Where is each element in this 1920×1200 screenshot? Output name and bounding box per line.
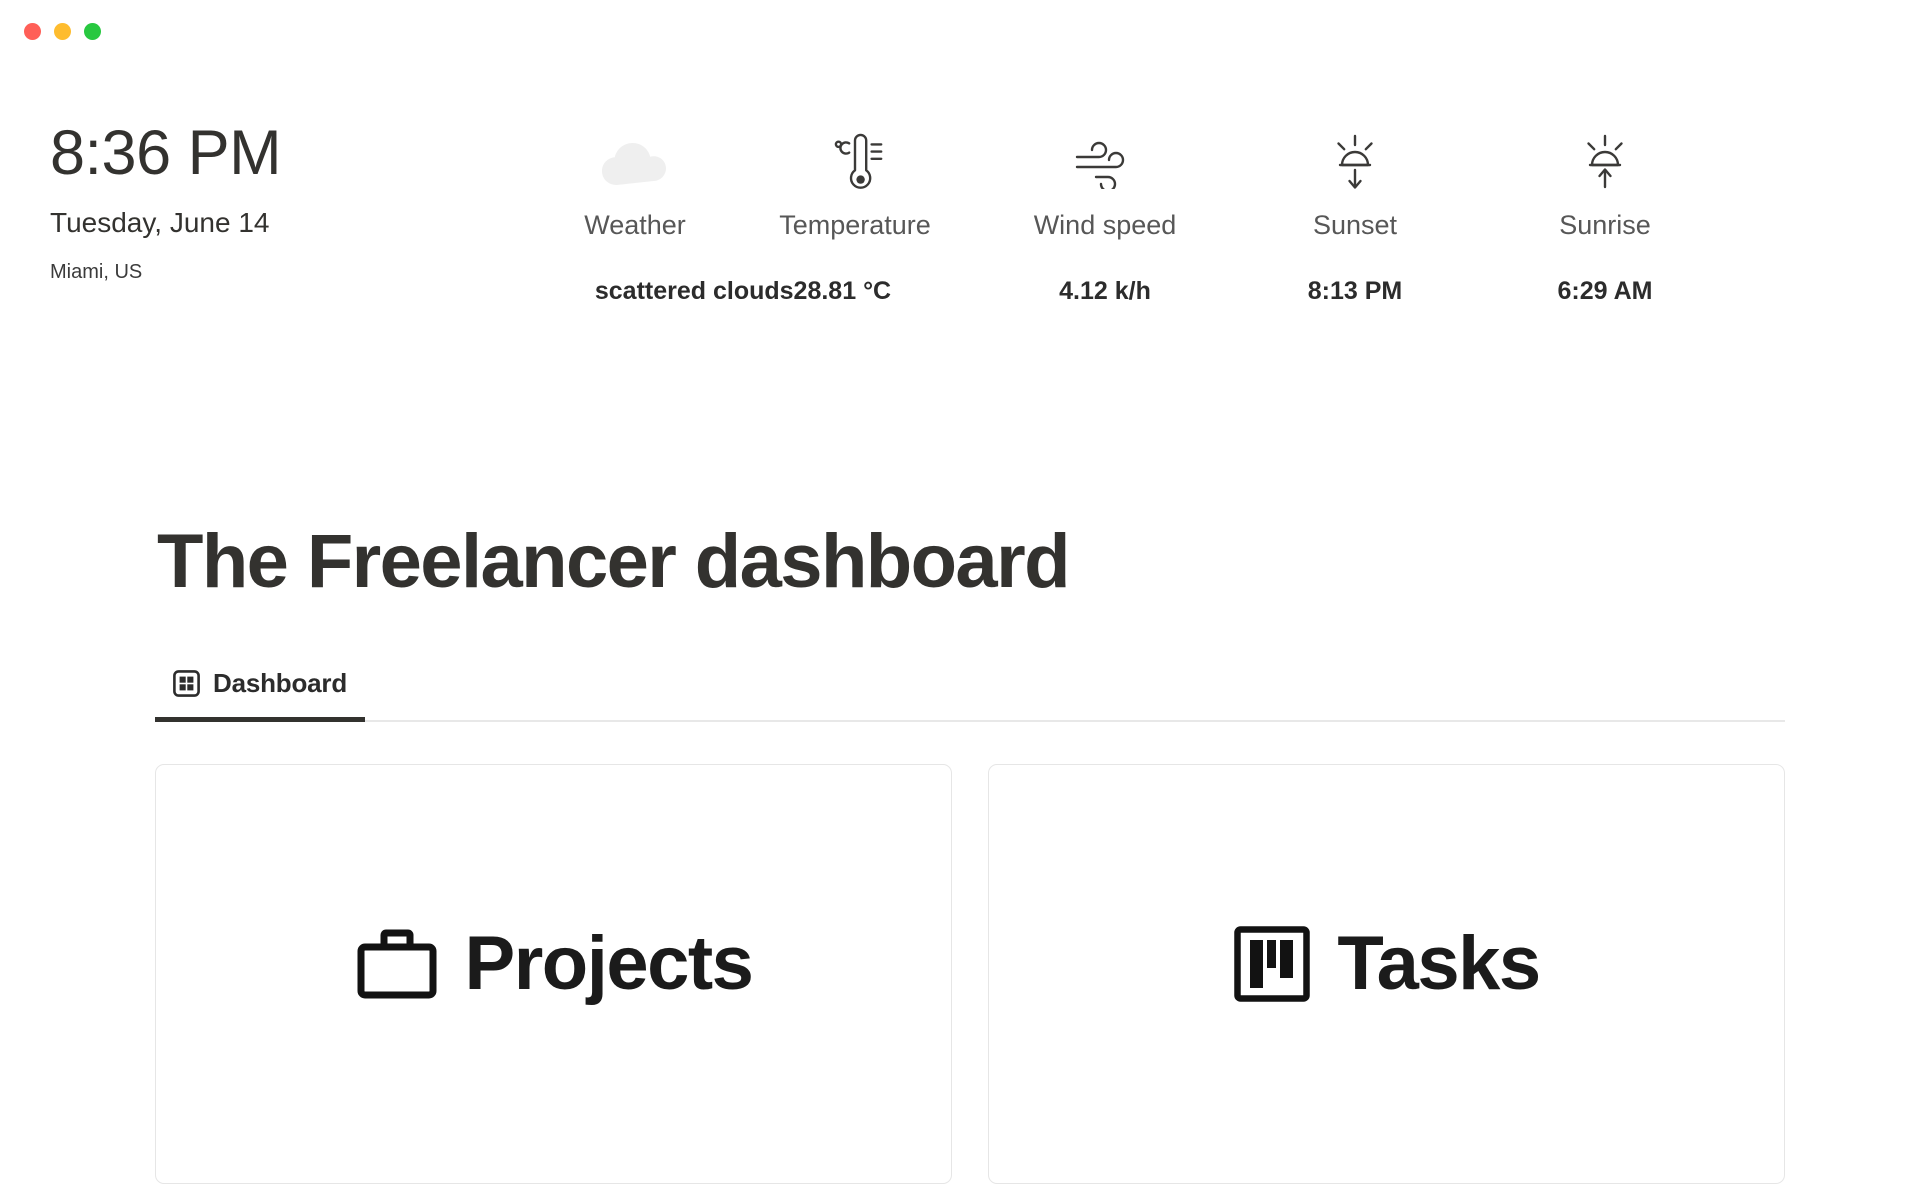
card-projects[interactable]: Projects	[155, 763, 952, 1184]
thermometer-icon	[826, 130, 884, 196]
card-label: Projects	[464, 921, 754, 1007]
tab-dashboard[interactable]: Dashboard	[155, 664, 366, 722]
tab-bar: Dashboard	[155, 664, 1785, 722]
weather-metric-sunset: Sunset 8:13 PM	[1230, 130, 1480, 306]
wind-icon	[1074, 130, 1136, 196]
sunrise-icon	[1575, 130, 1635, 196]
weather-metric-label: Temperature	[779, 210, 931, 240]
current-location: Miami, US	[50, 261, 143, 283]
grid-icon	[173, 669, 200, 697]
weather-metric-label: Sunset	[1312, 210, 1398, 240]
kanban-icon	[1233, 925, 1311, 1003]
dashboard-cards: Projects Tasks	[155, 763, 1785, 1184]
card-label: Tasks	[1337, 921, 1541, 1007]
page-title: The Freelancer dashboard	[157, 519, 1071, 604]
briefcase-icon	[355, 925, 439, 1003]
status-header: 8:36 PM Tuesday, June 14 Miami, US Weath…	[0, 0, 1920, 400]
weather-strip: Weather scattered clouds28.81 °C Tempera…	[540, 130, 1870, 306]
weather-metric-label: Sunrise	[1559, 210, 1651, 240]
sunset-icon	[1325, 130, 1385, 196]
weather-metric-label: Weather	[584, 210, 686, 240]
weather-metric-weather: Weather scattered clouds28.81 °C	[540, 130, 891, 306]
main-content: The Freelancer dashboard Dashboard Proje…	[0, 520, 1920, 1184]
weather-metric-sunrise: Sunrise 6:29 AM	[1480, 130, 1730, 306]
current-date: Tuesday, June 14	[50, 207, 270, 238]
weather-metric-value: 8:13 PM	[1307, 277, 1403, 305]
weather-metric-label: Wind speed	[1033, 210, 1177, 240]
current-time: 8:36 PM	[50, 118, 282, 188]
weather-metric-value: 6:29 AM	[1557, 277, 1653, 305]
weather-metric-value: scattered clouds28.81 °C	[594, 277, 892, 305]
cloud-icon	[600, 130, 670, 196]
tab-label: Dashboard	[213, 667, 348, 698]
weather-metric-value: 4.12 k/h	[1059, 277, 1151, 305]
card-tasks[interactable]: Tasks	[988, 763, 1785, 1184]
weather-metric-wind: Wind speed 4.12 k/h	[980, 130, 1230, 306]
clock-block: 8:36 PM Tuesday, June 14 Miami, US	[50, 122, 470, 284]
